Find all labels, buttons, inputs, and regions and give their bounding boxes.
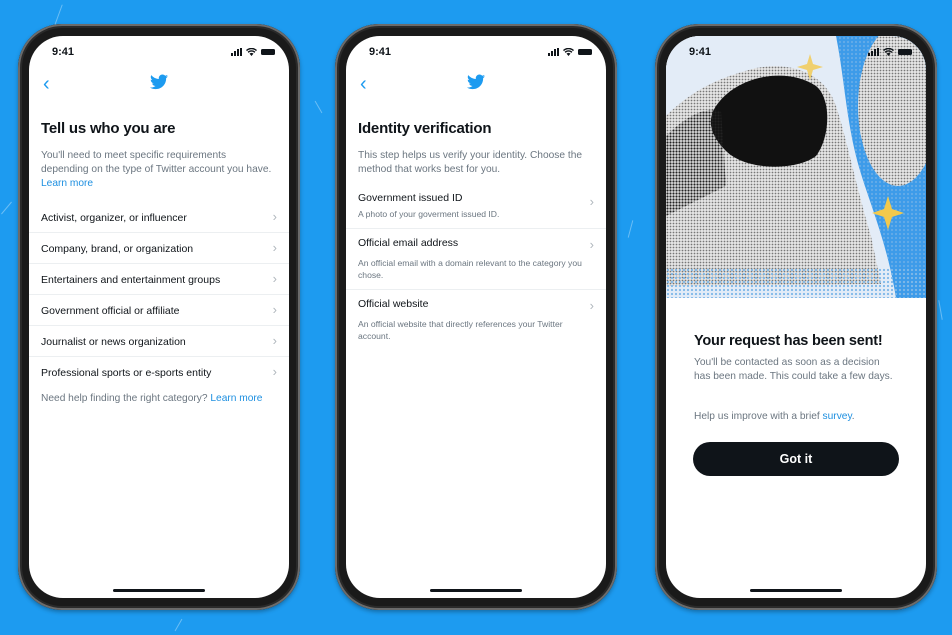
- chevron-right-icon: ›: [272, 240, 277, 255]
- home-indicator: [113, 589, 205, 592]
- verification-method-option[interactable]: Official website An official website tha…: [346, 290, 606, 346]
- phone-screen: 9:41 ‹ Identity verification This step h…: [346, 36, 606, 598]
- chevron-right-icon: ›: [272, 209, 277, 224]
- learn-more-link[interactable]: Learn more: [41, 178, 93, 189]
- confirmation-description: You'll be contacted as soon as a decisio…: [694, 357, 893, 382]
- option-label: Entertainers and entertainment groups: [41, 274, 221, 286]
- wifi-icon: [883, 48, 894, 56]
- signal-icon: [548, 48, 559, 56]
- option-label: Government official or affiliate: [41, 305, 180, 317]
- page-title: Tell us who you are: [41, 120, 176, 137]
- verification-method-option[interactable]: Official email address An official email…: [346, 229, 606, 290]
- got-it-button[interactable]: Got it: [693, 442, 899, 476]
- signal-icon: [868, 48, 879, 56]
- survey-link[interactable]: survey: [823, 411, 852, 422]
- page-title: Identity verification: [358, 120, 492, 137]
- chevron-right-icon: ›: [272, 302, 277, 317]
- chevron-right-icon: ›: [589, 298, 594, 313]
- phone-identity-verification: 9:41 ‹ Identity verification This step h…: [335, 24, 617, 610]
- astronaut-illustration: [666, 36, 926, 298]
- option-label: Company, brand, or organization: [41, 243, 194, 255]
- phone-screen: 9:41 ‹ Tell us who you are You'll need t…: [29, 36, 289, 598]
- status-bar: 9:41: [346, 46, 606, 62]
- battery-icon: [261, 49, 275, 55]
- battery-icon: [898, 49, 912, 55]
- twitter-bird-icon: [467, 74, 485, 90]
- account-type-option[interactable]: Activist, organizer, or influencer ›: [29, 202, 289, 233]
- account-type-option[interactable]: Journalist or news organization ›: [29, 326, 289, 357]
- home-indicator: [430, 589, 522, 592]
- chevron-right-icon: ›: [272, 271, 277, 286]
- wifi-icon: [246, 48, 257, 56]
- chevron-right-icon: ›: [272, 364, 277, 379]
- help-text: Need help finding the right category?: [41, 393, 208, 404]
- twitter-bird-icon: [150, 74, 168, 90]
- help-footer: Need help finding the right category? Le…: [29, 387, 289, 410]
- survey-prompt: Help us improve with a brief survey.: [694, 410, 906, 424]
- wifi-icon: [563, 48, 574, 56]
- description-text: You'll need to meet specific requirement…: [41, 150, 272, 175]
- chevron-right-icon: ›: [589, 194, 594, 209]
- survey-text: Help us improve with a brief: [694, 411, 820, 422]
- signal-icon: [231, 48, 242, 56]
- confirmation-title: Your request has been sent!: [694, 333, 883, 349]
- option-label: Journalist or news organization: [41, 336, 186, 348]
- survey-suffix: .: [851, 411, 855, 422]
- phone-screen: 9:41 Your request has been sent! You'll …: [666, 36, 926, 598]
- verification-method-list: Government issued ID A photo of your gov…: [346, 184, 606, 346]
- status-time: 9:41: [369, 46, 392, 58]
- account-type-option[interactable]: Entertainers and entertainment groups ›: [29, 264, 289, 295]
- method-subtitle: A photo of your goverment issued ID.: [358, 209, 500, 219]
- option-label: Professional sports or e-sports entity: [41, 367, 212, 379]
- page-description: This step helps us verify your identity.…: [358, 150, 583, 175]
- back-button[interactable]: ‹: [43, 74, 50, 94]
- chevron-right-icon: ›: [272, 333, 277, 348]
- status-bar: 9:41: [666, 46, 926, 62]
- method-title: Official website: [358, 298, 429, 310]
- status-bar: 9:41: [29, 46, 289, 62]
- account-type-option[interactable]: Company, brand, or organization ›: [29, 233, 289, 264]
- account-type-option[interactable]: Government official or affiliate ›: [29, 295, 289, 326]
- phone-tell-us-who-you-are: 9:41 ‹ Tell us who you are You'll need t…: [18, 24, 300, 610]
- status-time: 9:41: [689, 46, 712, 58]
- method-title: Official email address: [358, 237, 459, 249]
- method-title: Government issued ID: [358, 192, 463, 204]
- status-time: 9:41: [52, 46, 75, 58]
- home-indicator: [750, 589, 842, 592]
- back-button[interactable]: ‹: [360, 74, 367, 94]
- illustration-graphic: [666, 36, 926, 298]
- account-type-list: Activist, organizer, or influencer › Comp…: [29, 202, 289, 410]
- chevron-right-icon: ›: [589, 237, 594, 252]
- option-label: Activist, organizer, or influencer: [41, 212, 187, 224]
- verification-method-option[interactable]: Government issued ID A photo of your gov…: [346, 184, 606, 229]
- help-learn-more-link[interactable]: Learn more: [210, 393, 262, 404]
- method-subtitle: An official website that directly refere…: [358, 319, 563, 341]
- page-description: You'll need to meet specific requirement…: [41, 149, 275, 191]
- method-subtitle: An official email with a domain relevant…: [358, 258, 582, 280]
- battery-icon: [578, 49, 592, 55]
- phone-request-sent: 9:41 Your request has been sent! You'll …: [655, 24, 937, 610]
- account-type-option[interactable]: Professional sports or e-sports entity ›: [29, 357, 289, 387]
